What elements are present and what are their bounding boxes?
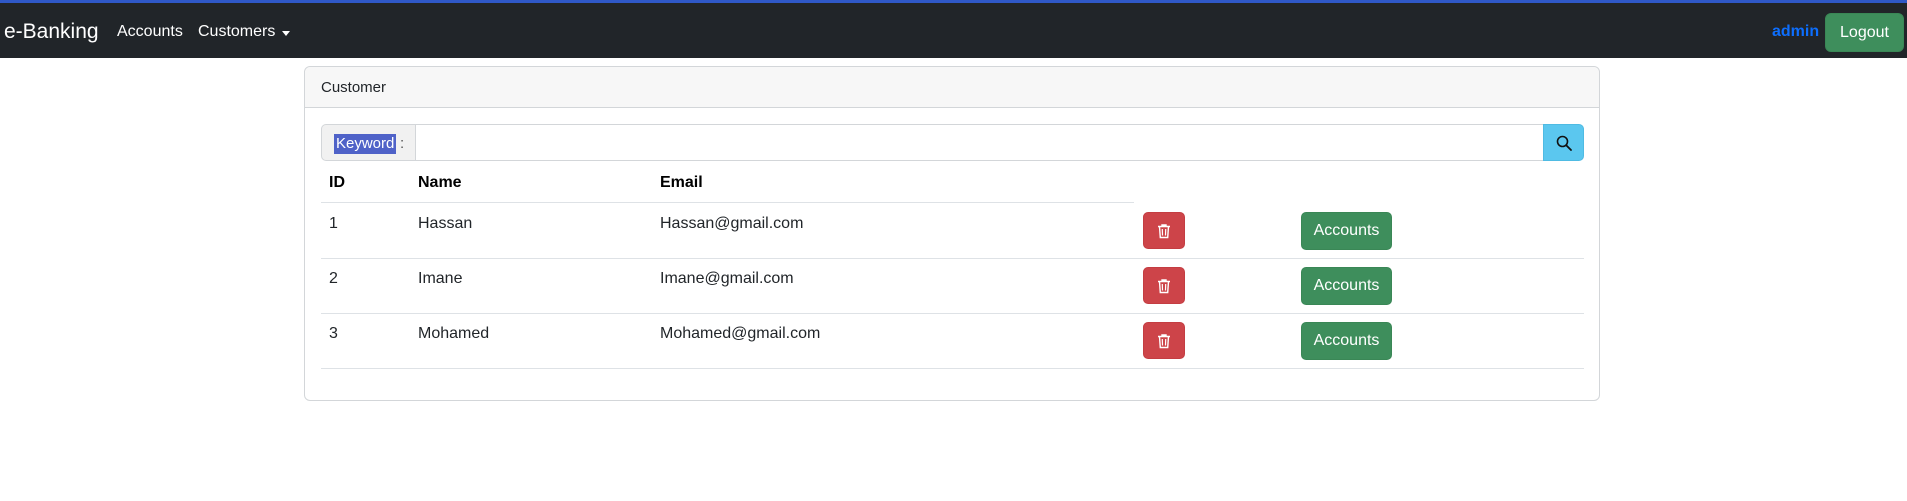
row-divider — [321, 258, 1584, 259]
row-name: Imane — [418, 270, 463, 287]
delete-button[interactable] — [1143, 322, 1185, 359]
trash-icon — [1158, 223, 1170, 238]
row-id: 2 — [329, 270, 338, 287]
card-title: Customer — [321, 79, 387, 96]
column-header-id: ID — [329, 174, 345, 191]
accounts-button[interactable]: Accounts — [1301, 212, 1392, 250]
row-email: Hassan@gmail.com — [660, 215, 804, 232]
search-icon — [1556, 135, 1572, 151]
row-name: Mohamed — [418, 325, 490, 342]
delete-button[interactable] — [1143, 212, 1185, 249]
keyword-input[interactable] — [415, 124, 1544, 161]
search-form: Keyword : — [321, 124, 1584, 161]
accounts-button[interactable]: Accounts — [1301, 267, 1392, 305]
column-header-email: Email — [660, 174, 703, 191]
caret-down-icon[interactable] — [282, 31, 290, 36]
search-button[interactable] — [1543, 124, 1584, 161]
username-label: admin — [1772, 23, 1820, 40]
row-email: Mohamed@gmail.com — [660, 325, 821, 342]
card-header: Customer — [305, 67, 1599, 108]
table-header-divider — [321, 202, 1134, 203]
nav-customers-dropdown[interactable]: Customers — [198, 23, 275, 41]
keyword-label-box: Keyword : — [321, 124, 415, 161]
row-name: Hassan — [418, 215, 473, 232]
trash-icon — [1158, 278, 1170, 293]
keyword-colon: : — [400, 135, 405, 152]
logout-button[interactable]: Logout — [1825, 13, 1904, 52]
row-divider — [321, 368, 1584, 369]
customer-card: Customer Keyword : ID Name Email 1 Hassa… — [304, 66, 1600, 401]
trash-icon — [1158, 333, 1170, 348]
row-id: 3 — [329, 325, 338, 342]
keyword-label: Keyword — [334, 134, 397, 154]
brand-logo[interactable]: e-Banking — [4, 20, 99, 44]
column-header-name: Name — [418, 174, 462, 191]
delete-button[interactable] — [1143, 267, 1185, 304]
accounts-button[interactable]: Accounts — [1301, 322, 1392, 360]
row-divider — [321, 313, 1584, 314]
row-id: 1 — [329, 215, 338, 232]
nav-accounts[interactable]: Accounts — [117, 23, 183, 41]
top-navbar: e-Banking Accounts Customers admin Logou… — [0, 0, 1907, 58]
row-email: Imane@gmail.com — [660, 270, 794, 287]
